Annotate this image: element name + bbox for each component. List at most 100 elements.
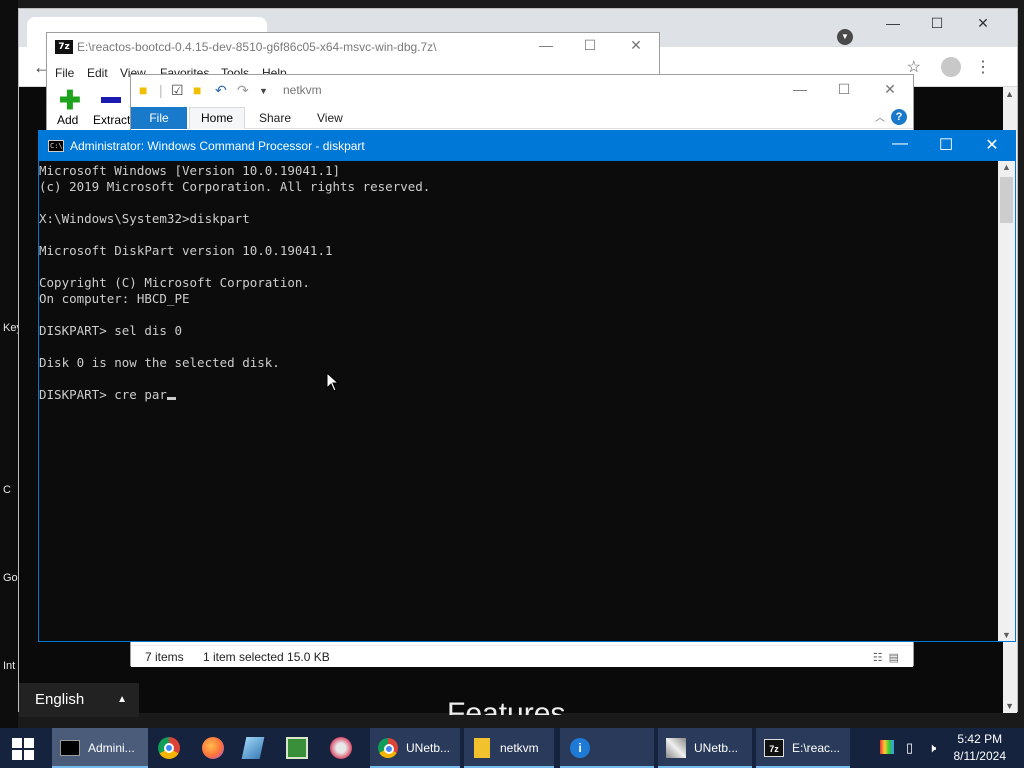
tab-view[interactable]: View: [317, 111, 343, 125]
folder-icon: ■: [139, 82, 148, 98]
desktop-label-2: C: [3, 484, 11, 496]
usb-drive-icon[interactable]: ▯: [906, 740, 913, 756]
paint-icon[interactable]: [330, 737, 352, 759]
tab-file[interactable]: File: [131, 107, 187, 129]
help-icon[interactable]: ?: [891, 109, 907, 125]
taskbar-button-info[interactable]: i: [560, 728, 654, 768]
tab-search-icon[interactable]: ▼: [837, 29, 853, 45]
explorer-ribbon-tabs: File Home Share View ︿ ?: [131, 105, 913, 129]
cmd-titlebar: C:\ Administrator: Windows Command Proce…: [39, 131, 1015, 161]
cmd-minimize-icon[interactable]: —: [877, 135, 923, 153]
taskbar-button-chrome[interactable]: UNetb...: [370, 728, 460, 768]
menu-file[interactable]: File: [55, 66, 74, 80]
tab-home[interactable]: Home: [189, 107, 245, 129]
explorer-minimize-icon[interactable]: —: [785, 81, 815, 97]
volume-muted-icon[interactable]: 🕨: [928, 740, 936, 756]
folder-icon: [474, 738, 490, 758]
profile-avatar-icon[interactable]: [941, 57, 961, 77]
explorer-maximize-icon[interactable]: ☐: [829, 81, 859, 98]
system-clock[interactable]: 5:42 PM 8/11/2024: [954, 731, 1007, 765]
add-plus-icon[interactable]: ✚: [59, 87, 81, 113]
scroll-thumb[interactable]: [1000, 177, 1013, 223]
undo-icon[interactable]: ↶: [215, 82, 227, 99]
scroll-down-icon[interactable]: ▼: [1002, 630, 1011, 640]
redo-icon[interactable]: ↷: [237, 82, 249, 99]
sevenzip-title: E:\reactos-bootcd-0.4.15-dev-8510-g6f86c…: [77, 40, 437, 54]
explorer-statusbar: 7 items 1 item selected 15.0 KB ☷▤: [131, 645, 913, 667]
taskbar-label: UNetb...: [694, 741, 739, 755]
cmd-console[interactable]: Microsoft Windows [Version 10.0.19041.1]…: [39, 161, 999, 641]
taskbar-button-unetbootin[interactable]: UNetb...: [658, 728, 752, 768]
separator-icon: |: [159, 82, 163, 98]
taskbar-button-cmd[interactable]: Admini...: [52, 728, 148, 768]
scroll-up-icon[interactable]: ▲: [1005, 89, 1014, 99]
new-folder-icon[interactable]: ■: [193, 82, 201, 98]
console-line: Copyright (C) Microsoft Corporation.: [39, 275, 310, 290]
taskbar-label: E:\reac...: [792, 741, 841, 755]
cmd-title: Administrator: Windows Command Processor…: [70, 139, 365, 153]
tray-color-icon[interactable]: [880, 740, 894, 754]
ribbon-collapse-icon[interactable]: ︿: [875, 109, 885, 124]
taskbar-button-explorer[interactable]: netkvm: [464, 728, 554, 768]
cmd-maximize-icon[interactable]: ☐: [923, 135, 969, 155]
sevenzip-minimize-icon[interactable]: —: [531, 37, 561, 53]
properties-check-icon[interactable]: ☑: [171, 82, 184, 99]
console-line: On computer: HBCD_PE: [39, 291, 190, 306]
desktop-label-4: Int: [3, 660, 16, 672]
tab-share[interactable]: Share: [259, 111, 291, 125]
console-line: Microsoft Windows [Version 10.0.19041.1]: [39, 163, 341, 178]
language-label: English: [35, 691, 85, 708]
chrome-menu-icon[interactable]: ⋮: [975, 57, 991, 77]
chrome-icon[interactable]: [158, 737, 180, 759]
chrome-icon: [378, 738, 398, 758]
view-mode-icons[interactable]: ☷▤: [873, 651, 905, 664]
explorer-titlebar: ■ | ☑ ■ ↶ ↷ ▼ netkvm — ☐ ✕: [131, 75, 913, 105]
scroll-up-icon[interactable]: ▲: [1002, 162, 1011, 172]
extract-minus-icon[interactable]: [101, 97, 121, 103]
sevenzip-close-icon[interactable]: ✕: [621, 37, 651, 54]
cmd-close-icon[interactable]: ✕: [969, 135, 1015, 155]
status-item-count: 7 items: [145, 650, 184, 664]
unetbootin-icon: [666, 738, 686, 758]
info-icon: i: [570, 738, 590, 758]
mouse-pointer-icon: [326, 372, 340, 392]
start-button[interactable]: [12, 738, 34, 760]
chrome-minimize-icon[interactable]: —: [873, 15, 913, 31]
qat-dropdown-icon[interactable]: ▼: [259, 86, 268, 96]
extract-button-label[interactable]: Extract: [93, 113, 130, 127]
menu-edit[interactable]: Edit: [87, 66, 108, 80]
chrome-close-icon[interactable]: ✕: [963, 15, 1003, 32]
spreadsheet-icon[interactable]: [286, 737, 308, 759]
console-input-line[interactable]: DISKPART> cre par: [39, 387, 999, 403]
add-button-label[interactable]: Add: [57, 113, 78, 127]
notepad-icon[interactable]: [241, 737, 265, 759]
sevenzip-app-icon: 7z: [55, 40, 73, 54]
console-line: Microsoft DiskPart version 10.0.19041.1: [39, 243, 333, 258]
console-line: (c) 2019 Microsoft Corporation. All righ…: [39, 179, 431, 194]
taskbar-label: Admini...: [88, 741, 135, 755]
sevenzip-maximize-icon[interactable]: ☐: [575, 37, 605, 54]
chrome-maximize-icon[interactable]: ☐: [917, 15, 957, 32]
scroll-down-icon[interactable]: ▼: [1005, 701, 1014, 711]
cmd-scrollbar[interactable]: ▲ ▼: [998, 161, 1015, 641]
page-heading: Features: [447, 697, 566, 715]
firefox-icon[interactable]: [202, 737, 224, 759]
console-line: DISKPART> sel dis 0: [39, 323, 182, 338]
taskbar-label: UNetb...: [406, 741, 451, 755]
text-cursor: [166, 397, 176, 400]
cmd-window: C:\ Administrator: Windows Command Proce…: [38, 130, 1016, 642]
caret-up-icon: ▲: [117, 694, 127, 705]
taskbar-button-7zip[interactable]: 7z E:\reac...: [756, 728, 850, 768]
explorer-close-icon[interactable]: ✕: [875, 81, 905, 98]
desktop-label-1: Key: [3, 322, 19, 334]
cmd-icon: [60, 740, 80, 756]
taskbar-label: netkvm: [500, 741, 539, 755]
language-selector[interactable]: English ▲: [19, 683, 139, 717]
taskbar: Admini... UNetb... netkvm i UNetb... 7z …: [0, 728, 1024, 768]
